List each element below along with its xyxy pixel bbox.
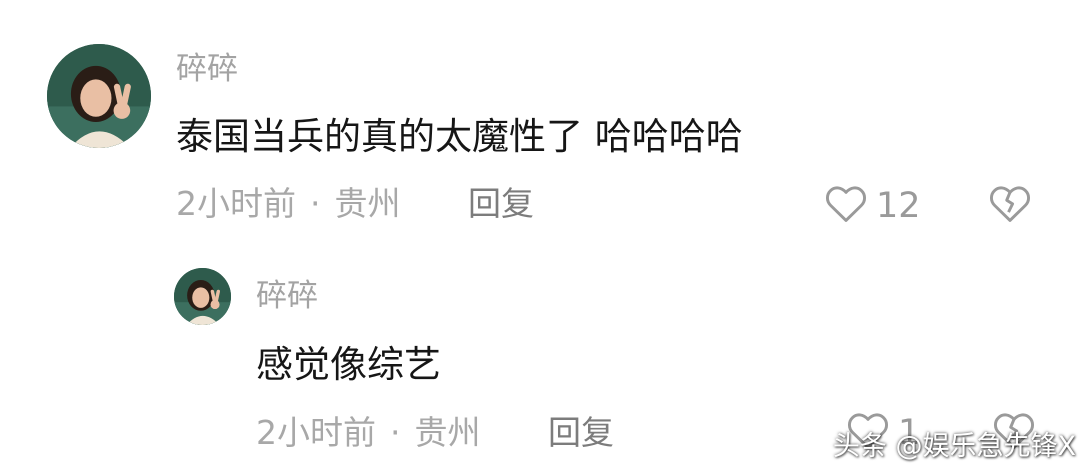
comment-text: 泰国当兵的真的太魔性了 哈哈哈哈: [176, 115, 743, 158]
reply-location: 贵州: [414, 413, 481, 452]
comment-meta: 2小时前 · 贵州: [176, 187, 401, 220]
reply-meta: 2小时前 · 贵州: [256, 416, 481, 449]
comment-reply-button[interactable]: 回复: [468, 187, 534, 220]
heart-outline-icon: [824, 182, 868, 231]
watermark: 头条 @娱乐急先锋X: [832, 431, 1076, 462]
meta-separator: ·: [310, 184, 321, 223]
broken-heart-icon: [988, 182, 1032, 228]
avatar[interactable]: [47, 44, 151, 148]
reply-avatar[interactable]: [174, 268, 231, 325]
comment-username[interactable]: 碎碎: [176, 54, 238, 85]
comment-dislike-button[interactable]: [988, 182, 1032, 228]
reply-reply-button[interactable]: 回复: [548, 416, 614, 449]
comment-like-count: 12: [876, 186, 921, 226]
meta-separator: ·: [390, 413, 401, 452]
reply-username[interactable]: 碎碎: [256, 281, 318, 312]
reply-text: 感觉像综艺: [256, 343, 441, 386]
comment-like-button[interactable]: 12: [824, 182, 921, 231]
comment-time: 2小时前: [176, 184, 296, 223]
reply-time: 2小时前: [256, 413, 376, 452]
comment-location: 贵州: [334, 184, 401, 223]
